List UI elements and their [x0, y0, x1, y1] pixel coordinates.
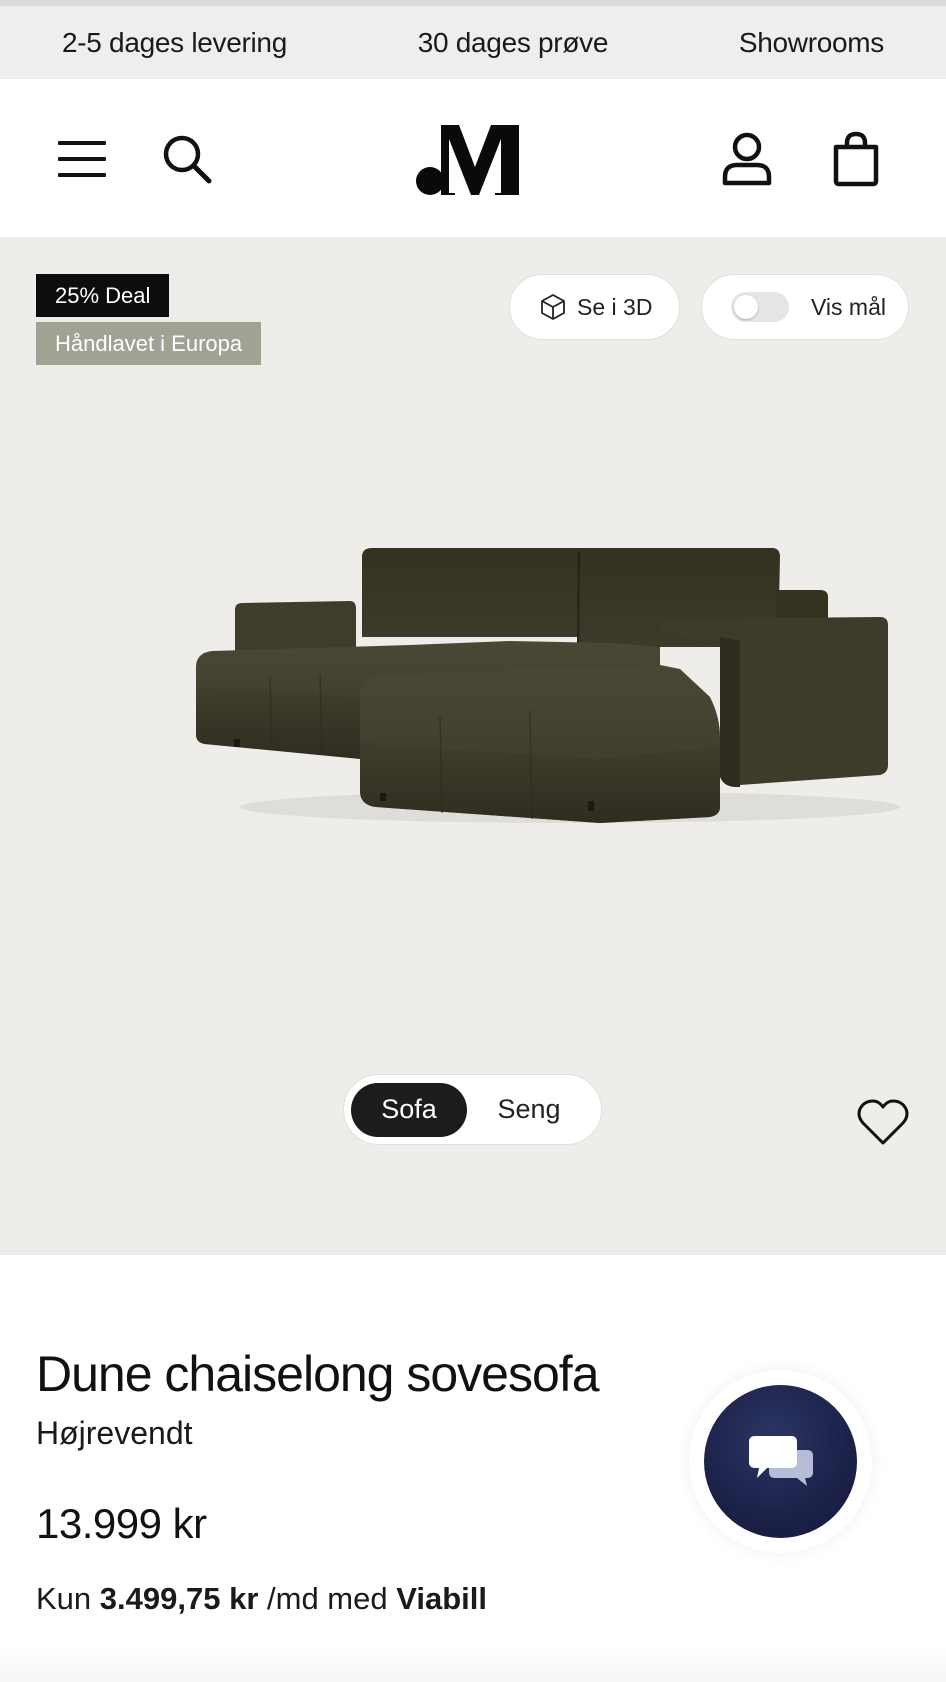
- view-3d-button[interactable]: Se i 3D: [509, 274, 680, 340]
- search-icon: [163, 135, 212, 184]
- chat-bubbles-icon: [748, 1435, 813, 1486]
- measure-label: Vis mål: [811, 293, 886, 320]
- tab-seng[interactable]: Seng: [467, 1083, 591, 1137]
- menu-button[interactable]: [50, 127, 114, 191]
- handmade-badge: Håndlavet i Europa: [36, 322, 262, 365]
- favorite-heart-icon[interactable]: [855, 1095, 911, 1151]
- account-icon: [722, 132, 772, 186]
- measure-toggle-pill[interactable]: Vis mål: [701, 274, 909, 340]
- cart-button[interactable]: [824, 127, 888, 191]
- tab-sofa[interactable]: Sofa: [351, 1082, 467, 1137]
- installment-info: Kun 3.499,75 kr /md med Viabill: [36, 1581, 487, 1617]
- account-button[interactable]: [715, 127, 779, 191]
- product-image-sofa: [196, 548, 900, 823]
- deal-badge: 25% Deal: [36, 274, 170, 317]
- product-gallery[interactable]: 25% Deal Håndlavet i Europa Se i 3D Vis …: [0, 237, 946, 1255]
- product-price: 13.999 kr: [36, 1500, 207, 1547]
- menu-icon: [58, 141, 106, 177]
- measure-toggle[interactable]: [731, 292, 789, 322]
- cube-icon: [541, 294, 565, 320]
- cart-icon: [833, 131, 879, 187]
- usp-delivery[interactable]: 2-5 dages levering: [62, 27, 287, 59]
- installment-amount: 3.499,75 kr: [99, 1581, 259, 1616]
- bottom-edge: [0, 1642, 946, 1682]
- chat-button[interactable]: [704, 1385, 857, 1538]
- mode-switch: Sofa Seng: [343, 1074, 602, 1145]
- installment-mid: /md med: [267, 1581, 388, 1616]
- view-3d-label: Se i 3D: [577, 293, 653, 320]
- chat-widget: [689, 1370, 872, 1553]
- product-title: Dune chaiselong sovesofa: [36, 1346, 599, 1402]
- brand-logo[interactable]: [415, 119, 533, 199]
- usp-trial[interactable]: 30 dages prøve: [418, 27, 609, 59]
- product-variant: Højrevendt: [36, 1415, 193, 1451]
- installment-provider[interactable]: Viabill: [396, 1581, 487, 1616]
- installment-prefix: Kun: [36, 1581, 92, 1616]
- usp-showrooms[interactable]: Showrooms: [739, 27, 884, 59]
- search-button[interactable]: [155, 127, 219, 191]
- site-header: [0, 79, 946, 237]
- usp-bar: 2-5 dages levering 30 dages prøve Showro…: [0, 6, 946, 79]
